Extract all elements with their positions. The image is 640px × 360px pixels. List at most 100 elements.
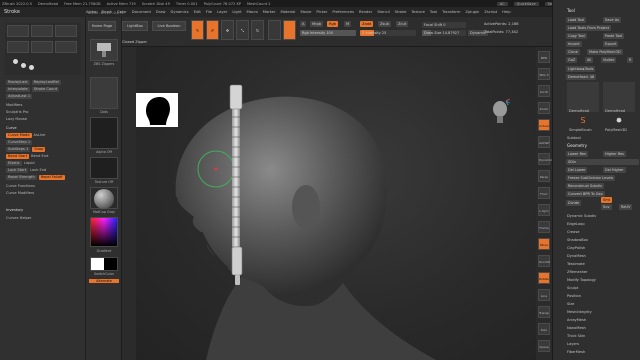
focal-shift-slider[interactable]: Focal Shift 0 (422, 22, 466, 28)
freeze-subdiv-button[interactable]: Freeze SubDivision Levels (566, 175, 616, 181)
right-tool-move[interactable]: Move (538, 238, 550, 250)
section-dynamesh[interactable]: DynaMesh (565, 253, 639, 259)
menu-light[interactable]: Light (232, 10, 241, 14)
repel-falloff-toggle[interactable]: Repel Falloff (38, 174, 65, 180)
canvas-viewport[interactable] (136, 47, 536, 360)
mrgb-button[interactable]: Mrgb (310, 21, 324, 27)
stroke-dots-preview[interactable] (7, 25, 29, 37)
lock-end-toggle[interactable]: Lock End (30, 168, 46, 172)
right-tool-floor[interactable]: Floor (538, 187, 550, 199)
right-tool-actual[interactable]: Actual (538, 119, 550, 131)
section-tessimate[interactable]: Tessimate (565, 261, 639, 267)
menu-stencil[interactable]: Stencil (377, 10, 389, 14)
menu-zscript[interactable]: Zscript (484, 10, 497, 14)
draw-size-slider[interactable]: Draw Size 14.87927 (422, 30, 466, 36)
section-fibermesh[interactable]: FiberMesh (565, 349, 639, 355)
zadd-icon-button[interactable] (283, 20, 296, 40)
section-shadowbox[interactable]: ShadowBox (565, 237, 639, 243)
inventory-section[interactable]: Inventory (6, 208, 23, 212)
scale-button[interactable]: ⤡ (236, 20, 249, 40)
sculptris-pro-section[interactable]: Sculptris Pro (6, 110, 28, 114)
menu-tool[interactable]: Tool (430, 10, 437, 14)
edit-button[interactable]: ✎ (191, 20, 204, 40)
menu-macro[interactable]: Macro (247, 10, 258, 14)
smt-toggle[interactable]: Smt (601, 197, 613, 203)
save-as-button[interactable]: Save As (603, 17, 621, 23)
stroke-count-slider[interactable]: Stroke Count (31, 86, 60, 92)
menu-help[interactable]: Help (502, 10, 510, 14)
replay-last-rel-button[interactable]: ReplayLastRel (31, 79, 61, 85)
stroke-dragrect-preview[interactable] (31, 41, 53, 53)
adjust-last-slider[interactable]: AdjustLast 1 (6, 93, 33, 99)
modifiers-section[interactable]: Modifiers (6, 103, 22, 107)
sub-steps-slider[interactable]: SubSteps 1 (6, 146, 31, 152)
right-tool-xpose[interactable]: Xpose (538, 340, 550, 352)
menu-stroke[interactable]: Stroke (395, 10, 407, 14)
live-boolean-button[interactable]: Live Boolean (152, 21, 186, 31)
r-button[interactable]: R (627, 57, 634, 63)
right-tool-l-sym[interactable]: L.Sym (538, 204, 550, 216)
switch-color-button[interactable]: SwitchColor (89, 272, 119, 276)
menu-render[interactable]: Render (359, 10, 372, 14)
bend-start-toggle[interactable]: Bend Start (6, 153, 30, 159)
texture-thumbnail[interactable] (90, 157, 118, 179)
repel-strength-slider[interactable]: Repel Strength (6, 174, 37, 180)
stroke-drag-preview[interactable] (55, 25, 77, 37)
menu-file[interactable]: File (206, 10, 212, 14)
draw-button[interactable]: ✐ (206, 20, 219, 40)
right-tool-solo[interactable]: Solo (538, 323, 550, 335)
section-crease[interactable]: Crease (565, 229, 639, 235)
material-swatch-button[interactable] (268, 20, 281, 40)
menu-preferences[interactable]: Preferences (332, 10, 354, 14)
move-button[interactable]: ✥ (221, 20, 234, 40)
menu-material[interactable]: Material (280, 10, 295, 14)
color-picker[interactable] (90, 217, 118, 247)
goz-button[interactable]: GoZ (566, 57, 578, 63)
home-page-button[interactable]: Home Page (88, 21, 116, 31)
orientation-gizmo[interactable] (490, 98, 511, 125)
geometry-section[interactable]: Geometry (565, 143, 639, 149)
tool-title[interactable]: Tool (565, 8, 639, 14)
snap-toggle[interactable]: Snap (32, 146, 46, 152)
clone-button[interactable]: Clone (566, 49, 580, 55)
section-modify-topology[interactable]: Modify Topology (565, 277, 639, 283)
z-intensity-slider[interactable]: Z Intensity 25 (360, 30, 416, 36)
right-tool-line-fill[interactable]: Line Fill (538, 289, 550, 310)
menu-edit[interactable]: Edit (194, 10, 201, 14)
zcut-button[interactable]: Zcut (396, 21, 409, 27)
suv-toggle[interactable]: Suv (601, 204, 612, 210)
section-claypolish[interactable]: ClayPolish (565, 245, 639, 251)
section-size[interactable]: Size (565, 301, 639, 307)
elastic-toggle[interactable]: Elastic (6, 160, 22, 166)
bend-end-toggle[interactable]: Bend End (31, 154, 48, 158)
load-tool-button[interactable]: Load Tool (566, 17, 587, 23)
load-tools-project-button[interactable]: Load Tools From Project (566, 25, 612, 31)
quicksave-button[interactable]: QuickSave (513, 1, 539, 6)
section-zremesher[interactable]: ZRemesher (565, 269, 639, 275)
divide-button[interactable]: Divide (566, 200, 582, 206)
menu-zplugin[interactable]: Zplugin (465, 10, 479, 14)
zsub-button[interactable]: Zsub (378, 21, 391, 27)
ac-button[interactable]: AC (496, 1, 508, 6)
copy-tool-button[interactable]: Copy Tool (566, 33, 587, 39)
rgb-button[interactable]: Rgb (327, 21, 339, 27)
current-tool-slider[interactable]: DemoHead. 48 (566, 74, 597, 80)
menu-dynamics[interactable]: Dynamics (171, 10, 189, 14)
curve-functions-section[interactable]: Curve Functions (6, 184, 35, 188)
rgb-intensity-slider[interactable]: Rgb Intensity 100 (300, 30, 356, 36)
curves-helper-section[interactable]: Curves Helper (6, 216, 32, 220)
curve-step-slider[interactable]: CurveStep 1 (6, 139, 33, 145)
menu-picker[interactable]: Picker (316, 10, 327, 14)
sdiv-slider[interactable]: SDiv (566, 159, 639, 165)
reuv-toggle[interactable]: ReUV (619, 204, 633, 210)
section-sculpt[interactable]: Sculpt (565, 285, 639, 291)
right-tool-frame[interactable]: Frame (538, 221, 550, 233)
curve-mode-toggle[interactable]: Curve Mode (6, 132, 32, 138)
convert-bpr-button[interactable]: Convert BPR To Geo (566, 191, 605, 197)
section-meshintegrity[interactable]: MeshIntegrity (565, 309, 639, 315)
current-brush-thumbnail[interactable] (90, 39, 118, 61)
export-button[interactable]: Export (603, 41, 619, 47)
right-tool-rotate[interactable]: Rotate (538, 272, 550, 284)
lower-res-button[interactable]: Lower Res (566, 151, 588, 157)
swatch-pair[interactable] (90, 257, 118, 271)
